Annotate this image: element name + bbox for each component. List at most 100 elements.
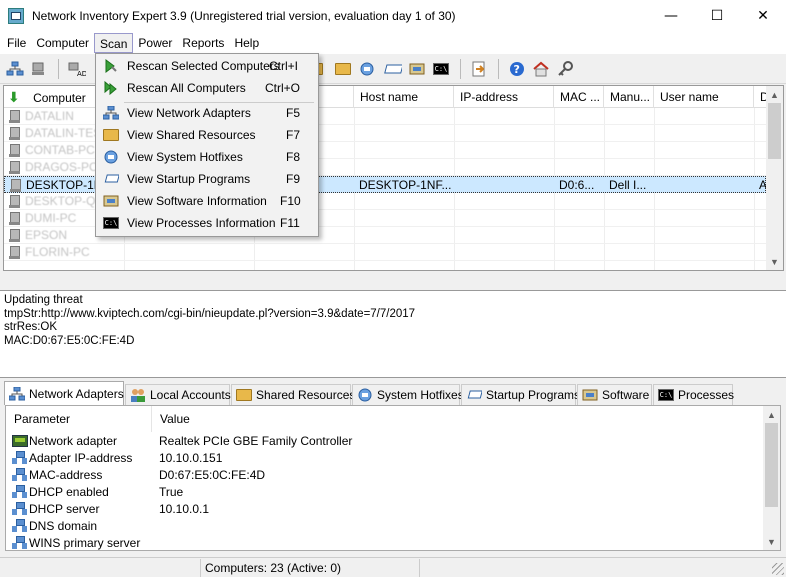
list-item[interactable]: WINS primary server [6,535,762,550]
hotfix-icon[interactable] [358,60,376,78]
sort-down-icon: ⬇ [8,89,20,105]
menu-computer[interactable]: Computer [31,33,94,53]
network-icon [12,485,28,499]
table-row[interactable]: FLORIN-PC [4,244,766,261]
computer-icon [8,245,22,259]
list-item[interactable]: MAC-address D0:67:E5:0C:FE:4D [6,467,762,484]
computer-icon [8,194,22,208]
network-adapters-icon [9,386,25,401]
tab-processes[interactable]: C:\ Processes [653,384,734,405]
log-line: Updating threat [4,294,83,306]
list-item[interactable]: Adapter IP-address 10.10.0.151 [6,450,762,467]
command-prompt-icon[interactable]: C:\ [432,60,450,78]
rescan-selected-icon [102,58,120,74]
network-icon [12,519,28,533]
app-icon [8,8,24,24]
tab-software[interactable]: Software [577,384,652,405]
detail-list[interactable]: Parameter Value Network adapter Realtek … [5,405,781,551]
list-item[interactable]: Network adapter Realtek PCIe GBE Family … [6,433,762,450]
scan-menu: Rescan Selected Computers Ctrl+I Rescan … [95,53,319,237]
network-card-icon [12,435,28,447]
detail-vertical-scrollbar[interactable]: ▲ ▼ [763,406,780,550]
startup-icon [466,388,482,402]
menu-view-startup-programs[interactable]: View Startup Programs F9 [98,168,316,190]
software-icon [102,193,120,209]
network-icon [12,536,28,550]
home-icon[interactable] [532,60,550,78]
tab-startup-programs[interactable]: Startup Programs [461,384,580,405]
command-prompt-icon: C:\ [103,217,119,229]
list-item[interactable]: DNS domain [6,518,762,535]
computer-icon [9,178,23,192]
close-button[interactable]: ✕ [740,0,786,32]
scroll-thumb[interactable] [768,103,781,159]
key-icon[interactable] [556,60,574,78]
network-icon [12,502,28,516]
scan-network-icon[interactable] [6,60,24,78]
tab-network-adapters[interactable]: Network Adapters [4,381,124,405]
scroll-down-icon[interactable]: ▼ [763,533,780,550]
scroll-thumb[interactable] [765,423,778,507]
menu-view-software-information[interactable]: View Software Information F10 [98,190,316,212]
column-user-name[interactable]: User name [654,86,754,108]
shared-folder-icon[interactable] [334,60,352,78]
column-mac[interactable]: MAC ... [554,86,604,108]
computer-icon [8,109,22,123]
startup-icon[interactable] [384,60,402,78]
tab-local-accounts[interactable]: Local Accounts [125,384,231,405]
tab-shared-resources[interactable]: Shared Resources [231,384,355,405]
menu-view-system-hotfixes[interactable]: View System Hotfixes F8 [98,146,316,168]
log-line: strRes:OK [4,321,58,333]
list-item[interactable]: DHCP server 10.10.0.1 [6,501,762,518]
maximize-button[interactable]: ☐ [694,0,740,32]
computers-count: Computers: 23 (Active: 0) [200,559,420,577]
status-bar: Computers: 23 (Active: 0) [0,557,786,577]
computer-icon [8,160,22,174]
column-ip-address[interactable]: IP-address [454,86,554,108]
column-value[interactable]: Value [152,406,764,432]
tab-system-hotfixes[interactable]: System Hotfixes [352,384,464,405]
window-controls: — ☐ ✕ [648,0,786,32]
column-host-name[interactable]: Host name [354,86,454,108]
command-prompt-icon: C:\ [658,389,674,401]
title-bar: Network Inventory Expert 3.9 (Unregister… [0,0,786,32]
menu-reports[interactable]: Reports [177,33,229,53]
computer-icon [8,143,22,157]
help-icon[interactable]: ? [508,60,526,78]
scroll-up-icon[interactable]: ▲ [766,86,783,103]
scroll-up-icon[interactable]: ▲ [763,406,780,423]
computer-icon [8,211,22,225]
menu-view-processes-information[interactable]: C:\ View Processes Information F11 [98,212,316,234]
minimize-button[interactable]: — [648,0,694,32]
log-line: tmpStr:http://www.kviptech.com/cgi-bin/n… [4,307,416,320]
users-icon [130,388,146,402]
software-icon [582,388,598,402]
scroll-down-icon[interactable]: ▼ [766,253,783,270]
software-icon[interactable] [408,60,426,78]
grid-vertical-scrollbar[interactable]: ▲ ▼ [766,86,783,270]
menu-view-shared-resources[interactable]: View Shared Resources F7 [98,124,316,146]
column-manufacturer[interactable]: Manu... [604,86,654,108]
column-parameter[interactable]: Parameter [6,406,152,432]
shared-folder-icon [236,388,252,402]
menu-scan[interactable]: Scan [94,33,134,53]
svg-text:AD: AD [77,70,86,77]
detail-tabs: Network Adapters Local Accounts Shared R… [0,381,786,405]
menu-help[interactable]: Help [229,33,264,53]
computer-icon [8,126,22,140]
menu-rescan-selected[interactable]: Rescan Selected Computers Ctrl+I [98,55,316,77]
resize-grip[interactable] [772,563,784,575]
network-adapters-icon [102,105,120,121]
menu-rescan-all[interactable]: Rescan All Computers Ctrl+O [98,77,316,99]
svg-text:?: ? [514,63,520,76]
active-directory-icon[interactable]: AD [68,60,86,78]
list-item[interactable]: DHCP enabled True [6,484,762,501]
network-icon [12,451,28,465]
menu-view-network-adapters[interactable]: View Network Adapters F5 [98,102,316,124]
menu-file[interactable]: File [2,33,31,53]
export-icon[interactable] [470,60,488,78]
remove-computers-icon[interactable] [30,60,48,78]
hotfix-icon [357,388,373,402]
menu-power[interactable]: Power [133,33,177,53]
log-output[interactable]: Updating threat tmpStr:http://www.kvipte… [0,290,786,378]
